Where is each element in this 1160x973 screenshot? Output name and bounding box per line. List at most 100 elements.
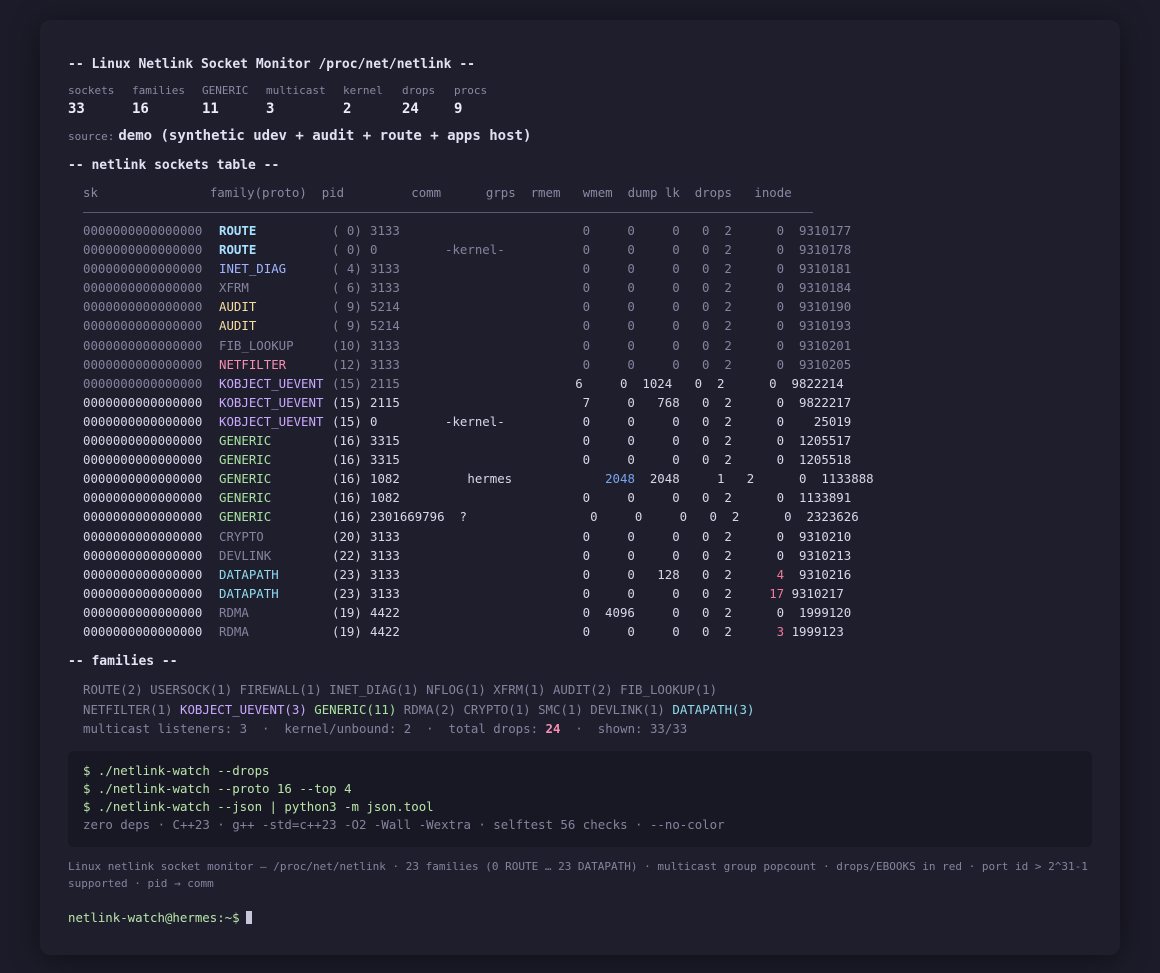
socket-proto: (16) <box>332 452 362 468</box>
socket-family: RDMA <box>219 604 249 620</box>
socket-drops: 3 <box>776 623 785 639</box>
sockets-table: sk family(proto) pid comm grps rmem wmem… <box>83 183 1092 641</box>
socket-proto: (16) <box>332 433 362 449</box>
socket-family: ROUTE <box>219 223 257 238</box>
socket-proto: (23) <box>332 585 362 601</box>
table-row[interactable]: 0000000000000000 GENERIC (16) 1082 0 0 0 0 … <box>83 488 1092 507</box>
families-line-2: NETFILTER(1) KOBJECT_UEVENT(3) GENERIC(1… <box>83 700 1092 720</box>
stat-label: families <box>132 84 185 97</box>
socket-proto: ( 0) <box>332 223 362 238</box>
table-row[interactable]: 0000000000000000 CRYPTO (20) 3133 0 0 0 0 2… <box>83 527 1092 546</box>
socket-proto: (16) <box>332 490 362 506</box>
stat-value: 3 <box>266 101 275 117</box>
table-row[interactable]: 0000000000000000 KOBJECT_UEVENT (15) 0 -kern… <box>83 412 1092 431</box>
summary-shown: · shown: 33/33 <box>560 721 688 737</box>
build-note: zero deps · C++23 · g++ -std=c++23 -O2 -… <box>83 816 725 832</box>
socket-stats: 0 0 0 0 2 <box>523 623 777 639</box>
table-row[interactable]: 0000000000000000 FIB_LOOKUP (10) 3133 0 0 0… <box>83 336 1092 355</box>
summary-line: multicast listeners: 3 · kernel/unbound:… <box>83 719 1092 739</box>
table-row[interactable]: 0000000000000000 DEVLINK (22) 3133 0 0 0 0 … <box>83 546 1092 565</box>
socket-pid: 3133 <box>370 337 400 353</box>
socket-address: 0000000000000000 <box>83 356 203 372</box>
table-row[interactable]: 0000000000000000 DATAPATH (23) 3133 0 0 0 0… <box>83 584 1092 603</box>
table-row[interactable]: 0000000000000000 XFRM ( 6) 3133 0 0 0 0 2 0… <box>83 278 1092 297</box>
stat-drops: drops 24 <box>402 84 454 119</box>
source-value: demo (synthetic udev + audit + route + a… <box>118 128 532 144</box>
socket-stats: 0 0 0 0 2 0 9310201 <box>523 337 852 353</box>
socket-stats: 0 0 0 0 2 0 1205517 <box>523 433 852 449</box>
socket-proto: (10) <box>332 337 362 353</box>
socket-family: KOBJECT_UEVENT <box>219 413 324 429</box>
socket-address: 0000000000000000 <box>83 413 203 429</box>
socket-family: GENERIC <box>219 509 272 525</box>
socket-family: AUDIT <box>219 299 257 315</box>
socket-pid: 4422 <box>370 604 400 620</box>
table-row[interactable]: 0000000000000000 GENERIC (16) 1082 hermes 2… <box>83 469 1092 488</box>
summary-text: multicast listeners: 3 · kernel/unbound:… <box>83 721 546 737</box>
table-row[interactable]: 0000000000000000 GENERIC (16) 3315 0 0 0 0 … <box>83 450 1092 469</box>
socket-address: 0000000000000000 <box>83 261 203 277</box>
socket-family: GENERIC <box>219 433 272 449</box>
socket-pid: 2301669796 ? <box>370 509 467 525</box>
source-label: source: <box>68 130 115 143</box>
table-row[interactable]: 0000000000000000 RDMA (19) 4422 0 4096 0 0 … <box>83 603 1092 622</box>
table-row[interactable]: 0000000000000000 KOBJECT_UEVENT (15) 2115 7… <box>83 393 1092 412</box>
socket-proto: (16) <box>332 509 362 525</box>
socket-pid: 3133 <box>370 585 400 601</box>
socket-family: GENERIC <box>219 490 272 506</box>
socket-proto: (12) <box>332 356 362 372</box>
socket-proto: (15) <box>332 413 362 429</box>
socket-proto: ( 9) <box>332 299 362 315</box>
socket-address: 0000000000000000 <box>83 433 203 449</box>
socket-family: GENERIC <box>219 471 272 487</box>
table-row[interactable]: 0000000000000000 GENERIC (16) 2301669796 ? … <box>83 507 1092 526</box>
command-line[interactable]: $ ./netlink-watch --drops <box>83 762 1077 780</box>
socket-stats: 0 0 0 0 2 0 9310181 <box>523 261 852 277</box>
socket-pid: 3133 <box>370 280 400 296</box>
table-row[interactable]: 0000000000000000 AUDIT ( 9) 5214 0 0 0 0 2 … <box>83 316 1092 335</box>
socket-stats: 0 0 0 0 2 0 1133891 <box>523 490 852 506</box>
stat-label: kernel <box>343 84 383 97</box>
socket-family: RDMA <box>219 623 249 639</box>
command-line[interactable]: $ ./netlink-watch --proto 16 --top 4 <box>83 780 1077 798</box>
table-row[interactable]: 0000000000000000 ROUTE ( 0) 3133 0 0 0 0 2 … <box>83 221 1092 240</box>
table-divider <box>83 212 813 213</box>
families-line-1: ROUTE(2) USERSOCK(1) FIREWALL(1) INET_DI… <box>83 682 718 698</box>
command-line[interactable]: $ ./netlink-watch --json | python3 -m js… <box>83 798 1077 816</box>
stat-multicast: multicast 3 <box>266 84 343 119</box>
socket-address: 0000000000000000 <box>83 223 203 238</box>
socket-pid: 3133 <box>370 566 400 582</box>
socket-address: 0000000000000000 <box>83 280 203 296</box>
stat-label: procs <box>454 84 488 97</box>
socket-family: DATAPATH <box>219 585 279 601</box>
stat-label: multicast <box>266 84 326 97</box>
table-row[interactable]: 0000000000000000 KOBJECT_UEVENT (15) 2115 6… <box>83 374 1092 393</box>
table-row[interactable]: 0000000000000000 RDMA (19) 4422 0 0 0 0 2 3… <box>83 622 1092 641</box>
footer-text: Linux netlink socket monitor — /proc/net… <box>68 859 1088 890</box>
socket-stats: 0 0 0 0 2 0 2323626 <box>523 509 859 525</box>
stat-label: GENERIC <box>202 84 249 97</box>
table-row[interactable]: 0000000000000000 AUDIT ( 9) 5214 0 0 0 0 2 … <box>83 297 1092 316</box>
socket-stats-tail: 0 0 128 0 2 4 9310216 <box>523 565 852 584</box>
socket-inode: 1999123 <box>784 623 844 639</box>
table-row[interactable]: 0000000000000000 DATAPATH (23) 3133 0 0 128… <box>83 565 1092 584</box>
socket-family: XFRM <box>219 280 249 296</box>
stat-procs: procs 9 <box>454 84 504 119</box>
stat-value: 33 <box>68 101 85 117</box>
socket-proto: (16) <box>332 471 362 487</box>
stat-value: 2 <box>343 101 352 117</box>
socket-stats-tail: 0 0 0 0 2 3 1999123 <box>523 622 844 641</box>
shell-prompt[interactable]: netlink-watch@hermes:~$ <box>68 908 1092 928</box>
table-row[interactable]: 0000000000000000 GENERIC (16) 3315 0 0 0 0 … <box>83 431 1092 450</box>
socket-drops: 4 <box>776 566 785 582</box>
stat-generic: GENERIC 11 <box>202 84 266 119</box>
socket-pid: 3133 <box>370 261 400 277</box>
table-row[interactable]: 0000000000000000 NETFILTER (12) 3133 0 0 0 … <box>83 355 1092 374</box>
table-row[interactable]: 0000000000000000 INET_DIAG ( 4) 3133 0 0 0 … <box>83 259 1092 278</box>
socket-stats: 6 0 1024 0 2 0 9822214 <box>523 375 844 391</box>
socket-pid: 0 <box>370 242 378 258</box>
socket-pid: 3133 <box>370 356 400 372</box>
source-line: source: demo (synthetic udev + audit + ro… <box>68 125 1092 145</box>
socket-address: 0000000000000000 <box>83 490 203 506</box>
table-row[interactable]: 0000000000000000 ROUTE ( 0) 0 -kernel- 0 0 0… <box>83 240 1092 259</box>
